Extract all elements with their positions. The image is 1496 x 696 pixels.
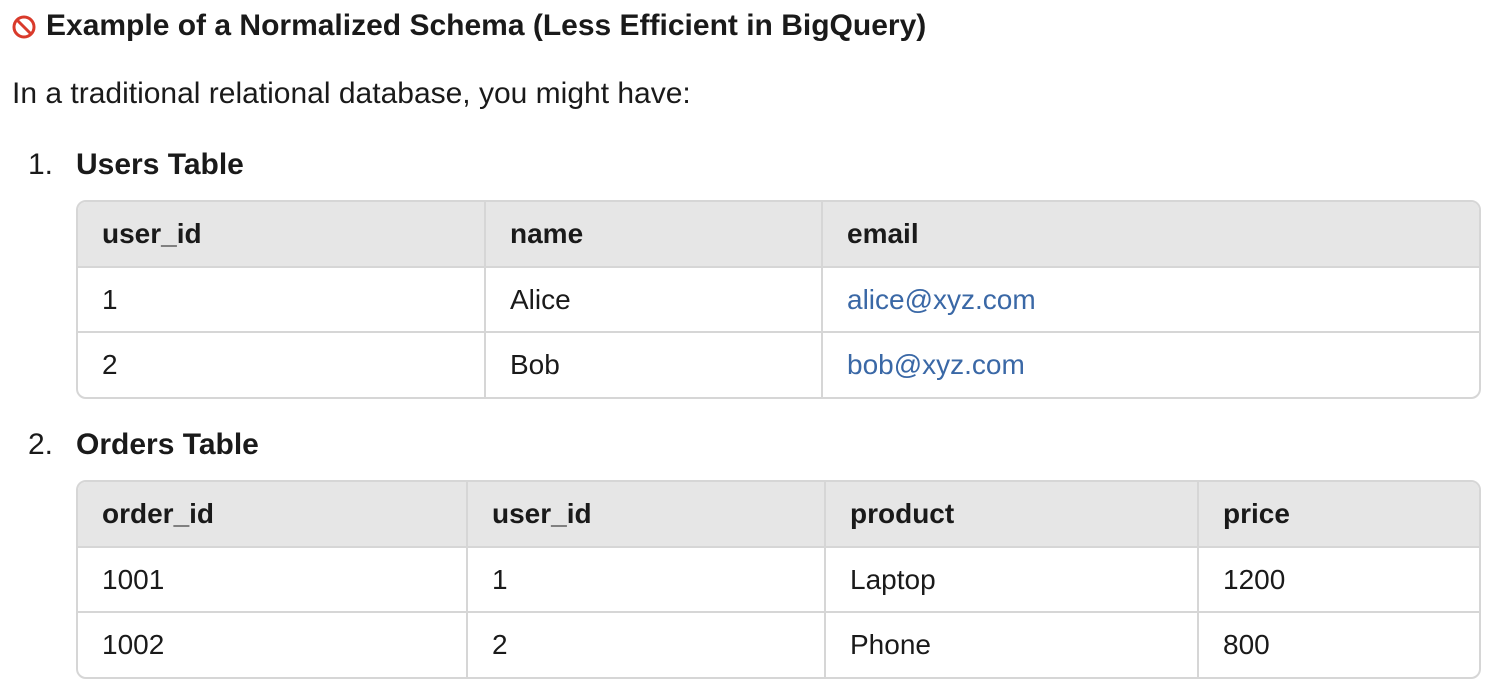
- table-cell: 1: [467, 547, 826, 613]
- column-header: order_id: [78, 482, 468, 548]
- email-link[interactable]: bob@xyz.com: [847, 349, 1025, 380]
- orders-table-title: Orders Table: [76, 428, 259, 461]
- table-cell: 1002: [78, 612, 468, 677]
- column-header: name: [485, 202, 823, 268]
- table-cell: 1200: [1198, 547, 1479, 613]
- email-cell: bob@xyz.com: [822, 332, 1479, 397]
- heading-text: Example of a Normalized Schema (Less Eff…: [46, 9, 927, 42]
- table-cell: Alice: [485, 267, 823, 333]
- table-cell: 800: [1223, 629, 1270, 660]
- column-header: user_id: [78, 202, 486, 268]
- table-header-row: user_id name email: [78, 202, 1479, 268]
- table-row: 1002 2 Phone 800: [78, 612, 1479, 677]
- table-row: 2 Bob bob@xyz.com: [78, 332, 1479, 397]
- users-table: user_id name email 1 Alice alice@xyz.com…: [76, 200, 1481, 399]
- email-cell: alice@xyz.com: [822, 267, 1479, 333]
- table-row: 1001 1 Laptop 1200: [78, 547, 1479, 613]
- table-header-row: order_id user_id product price: [78, 482, 1479, 548]
- list-number-1: 1.: [28, 148, 54, 181]
- table-row: 1 Alice alice@xyz.com: [78, 267, 1479, 333]
- prohibited-icon: [12, 15, 36, 39]
- table-cell: 1: [78, 267, 486, 333]
- section-heading: Example of a Normalized Schema (Less Eff…: [12, 4, 926, 48]
- table-cell: Phone: [825, 612, 1199, 677]
- orders-table: order_id user_id product price 1001 1 La…: [76, 480, 1481, 679]
- intro-text: In a traditional relational database, yo…: [12, 77, 691, 110]
- table-cell: 2: [467, 612, 826, 677]
- table-cell: 1001: [78, 547, 468, 613]
- column-header: user_id: [467, 482, 826, 548]
- table-cell: Laptop: [825, 547, 1199, 613]
- list-number-2: 2.: [28, 428, 54, 461]
- table-cell: 2: [78, 332, 486, 397]
- column-header: email: [822, 202, 1479, 268]
- users-table-title: Users Table: [76, 148, 244, 181]
- table-cell: Bob: [485, 332, 823, 397]
- column-header: product: [825, 482, 1199, 548]
- email-link[interactable]: alice@xyz.com: [847, 284, 1036, 315]
- column-header: price: [1198, 482, 1479, 548]
